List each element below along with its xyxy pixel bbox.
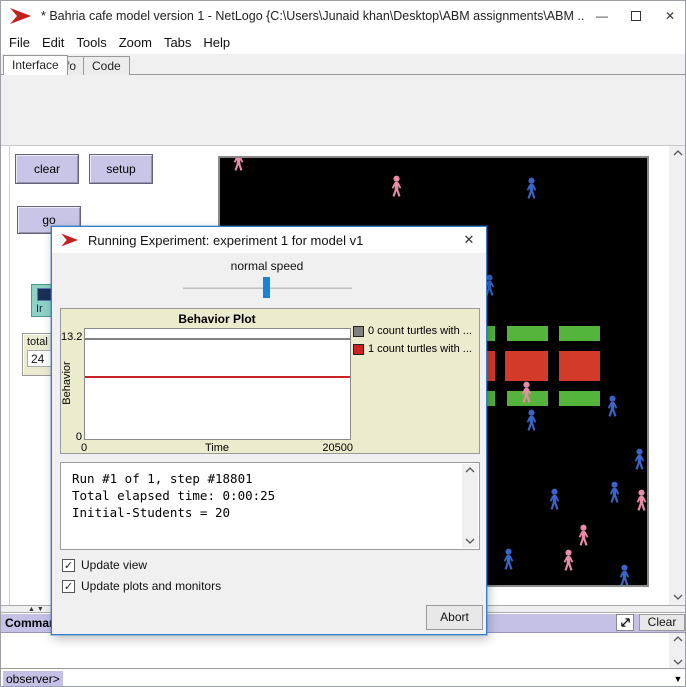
x-max-tick: 20500 (311, 442, 353, 454)
netlogo-logo-icon (9, 6, 33, 26)
scroll-down-icon[interactable] (462, 538, 478, 544)
monitor-value: 24 (27, 350, 53, 367)
person-turtle-pink (561, 549, 576, 572)
dialog-title-bar: Running Experiment: experiment 1 for mod… (52, 227, 486, 253)
person-turtle-blue (524, 409, 539, 432)
clear-button[interactable]: clear (15, 154, 79, 184)
patch-green (559, 326, 600, 341)
menu-help[interactable]: Help (203, 35, 230, 50)
close-button[interactable]: ✕ (653, 1, 686, 31)
plot-series-line (85, 376, 350, 378)
dialog-close-button[interactable]: ✕ (452, 227, 486, 253)
update-plots-label: Update plots and monitors (81, 579, 221, 593)
canvas-left-border (9, 146, 10, 605)
interface-toolbar: Edit Delete Add abc Button normal speed (1, 75, 686, 146)
person-turtle-blue (632, 448, 647, 471)
legend-swatch-gray (353, 326, 364, 337)
log-line: Total elapsed time: 0:00:25 (72, 488, 275, 503)
person-turtle-pink (519, 381, 534, 404)
person-turtle-pink (389, 175, 404, 198)
person-turtle-blue (501, 548, 516, 571)
behavior-plot: Behavior Plot 13.2 0 Behavior 0 Time 205… (60, 308, 480, 454)
scroll-down-icon[interactable] (669, 594, 686, 600)
log-scrollbar[interactable] (462, 464, 478, 548)
person-turtle-blue (617, 564, 632, 587)
command-output-scrollbar[interactable] (669, 633, 686, 668)
menu-tabs[interactable]: Tabs (164, 35, 191, 50)
person-turtle-pink (576, 524, 591, 547)
update-view-label: Update view (81, 558, 147, 572)
patch-green (507, 326, 548, 341)
dialog-title: Running Experiment: experiment 1 for mod… (88, 233, 363, 248)
menu-tools[interactable]: Tools (76, 35, 106, 50)
expand-icon (620, 617, 631, 628)
person-turtle-pink (634, 489, 649, 512)
patch-red (559, 351, 600, 381)
plot-area (84, 328, 351, 440)
update-plots-checkbox[interactable]: ✓ Update plots and monitors (62, 579, 221, 593)
log-line: Run #1 of 1, step #18801 (72, 471, 253, 486)
slider-label: Ir (36, 303, 43, 315)
legend-entry: 1 count turtles with ... (353, 343, 479, 355)
expand-command-center-button[interactable] (616, 614, 634, 631)
command-output-area[interactable] (1, 633, 686, 669)
person-turtle-pink (231, 156, 246, 172)
tab-code[interactable]: Code (83, 56, 130, 75)
experiment-log[interactable]: Run #1 of 1, step #18801 Total elapsed t… (60, 462, 480, 550)
menu-bar: File Edit Tools Zoom Tabs Help (1, 31, 686, 54)
person-turtle-blue (524, 177, 539, 200)
minimize-button[interactable]: — (585, 1, 619, 31)
update-view-checkbox[interactable]: ✓ Update view (62, 558, 147, 572)
dialog-speed-slider-handle[interactable] (263, 277, 270, 298)
setup-button[interactable]: setup (89, 154, 153, 184)
legend-swatch-red (353, 344, 364, 355)
dialog-speed-label: normal speed (182, 259, 352, 273)
plot-title: Behavior Plot (61, 312, 373, 326)
command-input-row[interactable]: observer> ▼ (1, 669, 686, 687)
person-turtle-blue (547, 488, 562, 511)
tab-bar: Interface Info Code (1, 54, 686, 75)
log-line: Initial-Students = 20 (72, 505, 230, 520)
scroll-up-icon[interactable] (462, 467, 478, 473)
maximize-button[interactable] (619, 1, 653, 31)
tab-interface[interactable]: Interface (3, 55, 68, 75)
menu-edit[interactable]: Edit (42, 35, 64, 50)
person-turtle-blue (605, 395, 620, 418)
title-bar: * Bahria cafe model version 1 - NetLogo … (1, 1, 686, 31)
observer-prompt: observer> (3, 671, 63, 687)
interface-vertical-scrollbar[interactable] (669, 146, 686, 605)
checkbox-icon[interactable]: ✓ (62, 580, 75, 593)
running-experiment-dialog: Running Experiment: experiment 1 for mod… (51, 226, 487, 635)
checkbox-icon[interactable]: ✓ (62, 559, 75, 572)
legend-entry: 0 count turtles with ... (353, 325, 479, 337)
menu-zoom[interactable]: Zoom (119, 35, 152, 50)
patch-green (559, 391, 600, 406)
legend-label: 1 count turtles with ... (368, 343, 472, 355)
y-axis-label: Behavior (61, 353, 73, 413)
splitter-arrows-icon[interactable]: ▲▼ (28, 606, 46, 613)
scroll-down-icon[interactable] (669, 659, 686, 665)
person-turtle-blue (607, 481, 622, 504)
patch-red (505, 351, 548, 381)
scroll-up-icon[interactable] (669, 636, 686, 642)
maximize-icon (631, 11, 641, 21)
window-title: * Bahria cafe model version 1 - NetLogo … (41, 9, 585, 23)
y-max-tick: 13.2 (61, 331, 82, 343)
clear-command-center-button[interactable]: Clear (639, 614, 685, 631)
legend-label: 0 count turtles with ... (368, 325, 472, 337)
plot-series-line (85, 338, 350, 340)
menu-file[interactable]: File (9, 35, 30, 50)
scroll-up-icon[interactable] (669, 150, 686, 156)
abort-button[interactable]: Abort (426, 605, 483, 630)
slider-handle-icon (37, 288, 52, 301)
history-dropdown-icon[interactable]: ▼ (671, 672, 685, 685)
netlogo-logo-icon (60, 232, 80, 248)
netlogo-window: * Bahria cafe model version 1 - NetLogo … (0, 0, 686, 687)
